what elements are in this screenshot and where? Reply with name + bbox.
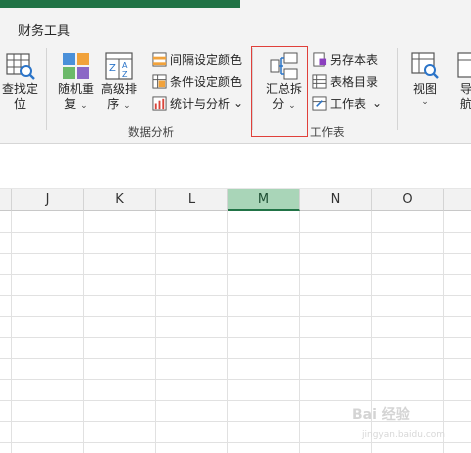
watermark-url: jingyan.baidu.com [362,430,446,440]
grid-row-line [0,379,471,380]
ribbon-separator [397,48,398,130]
grid-column-line [83,211,84,453]
grid-row-line [0,400,471,401]
grid-row-line [0,274,471,275]
ribbon: 查找定 位 随机重 复 ⌄ Z A Z 高级排 序 ⌄ 间隔设定颜色 条件设定颜… [0,44,471,144]
conditional-color-label: 条件设定颜色 [170,74,243,89]
advanced-sort-label-1: 高级排 [100,82,137,96]
grid-column-line [227,211,228,453]
column-header-stub [0,189,12,211]
advanced-sort-label-2: 序 ⌄ [107,97,130,114]
svg-text:Z: Z [122,70,128,79]
worksheet-label: 工作表 [330,96,367,111]
stats-analysis-button[interactable]: 统计与分析 ⌄ [152,94,243,112]
sheet-index-button[interactable]: 表格目录 [312,72,378,90]
svg-text:Z: Z [109,63,116,74]
chevron-down-icon: ⌄ [80,101,88,111]
grid-row-line [0,442,471,443]
grid-column-line [443,211,444,453]
grid-column-line [155,211,156,453]
navigation-icon [457,52,471,78]
column-header-j[interactable]: J [12,189,84,211]
grid-row-line [0,358,471,359]
find-locate-label-1: 查找定 [1,82,38,96]
grid-row-line [0,295,471,296]
ribbon-separator [46,48,47,130]
random-repeat-label-2: 复 ⌄ [64,97,87,114]
sort-az-icon: Z A Z [105,52,133,80]
grid-row-line [0,316,471,317]
column-header-n[interactable]: N [300,189,372,211]
chevron-down-icon: ⌄ [233,96,244,110]
grid-row-line [0,232,471,233]
interval-color-button[interactable]: 间隔设定颜色 [152,50,242,68]
title-bar [0,0,471,10]
advanced-sort-label-2-text: 序 [107,97,120,111]
view-icon [411,52,439,79]
chevron-down-icon: ⌄ [123,101,131,111]
conditional-color-button[interactable]: 条件设定颜色 [152,72,242,90]
column-header-l[interactable]: L [156,189,228,211]
column-header-k[interactable]: K [84,189,156,211]
interval-color-icon [152,51,167,67]
column-header-m[interactable]: M [228,189,300,211]
chevron-down-icon: ⌄ [372,96,383,110]
navigation-button[interactable]: 导 航 [452,50,471,112]
navigation-label-1: 导 [460,82,471,96]
watermark-logo: Bai 经验 [352,407,410,423]
random-repeat-label-1: 随机重 [57,82,94,96]
view-button[interactable]: 视图 ⌄ [408,50,442,107]
random-blocks-icon [63,53,89,79]
column-header-next[interactable] [444,189,471,211]
sheet-index-label: 表格目录 [330,74,379,89]
svg-text:A: A [122,61,128,70]
data-analysis-group-label: 数据分析 [128,125,174,139]
sheet-index-icon [312,73,327,89]
grid-column-line [299,211,300,453]
stats-analysis-label: 统计与分析 [170,96,231,111]
find-locate-button[interactable]: 查找定 位 [0,50,40,112]
stats-analysis-icon [152,95,167,111]
random-repeat-label-2-text: 复 [64,97,77,111]
chevron-down-icon: ⌄ [421,97,429,107]
random-repeat-button[interactable]: 随机重 复 ⌄ [56,50,96,114]
find-grid-icon [6,53,35,80]
grid-row-line [0,253,471,254]
advanced-sort-button[interactable]: Z A Z 高级排 序 ⌄ [98,50,140,114]
save-copy-button[interactable]: 另存本表 [312,50,378,68]
save-copy-label: 另存本表 [330,52,379,67]
ribbon-tab-bar: 财务工具 [0,10,471,44]
conditional-color-icon [152,73,167,89]
grid-column-line [11,211,12,453]
navigation-label-2: 航 [460,97,471,111]
save-copy-icon [313,51,327,67]
tab-finance-tools[interactable]: 财务工具 [18,20,70,39]
worksheet-group-label: 工作表 [310,125,345,139]
formula-area [0,145,471,189]
summary-split-highlight [251,46,308,137]
interval-color-label: 间隔设定颜色 [170,52,243,67]
title-accent [0,0,240,8]
find-locate-label-2: 位 [13,97,26,111]
worksheet-icon [312,95,327,111]
worksheet-button[interactable]: 工作表 ⌄ [312,94,382,112]
grid-row-line [0,337,471,338]
column-header-o[interactable]: O [372,189,444,211]
view-label: 视图 [412,82,437,96]
